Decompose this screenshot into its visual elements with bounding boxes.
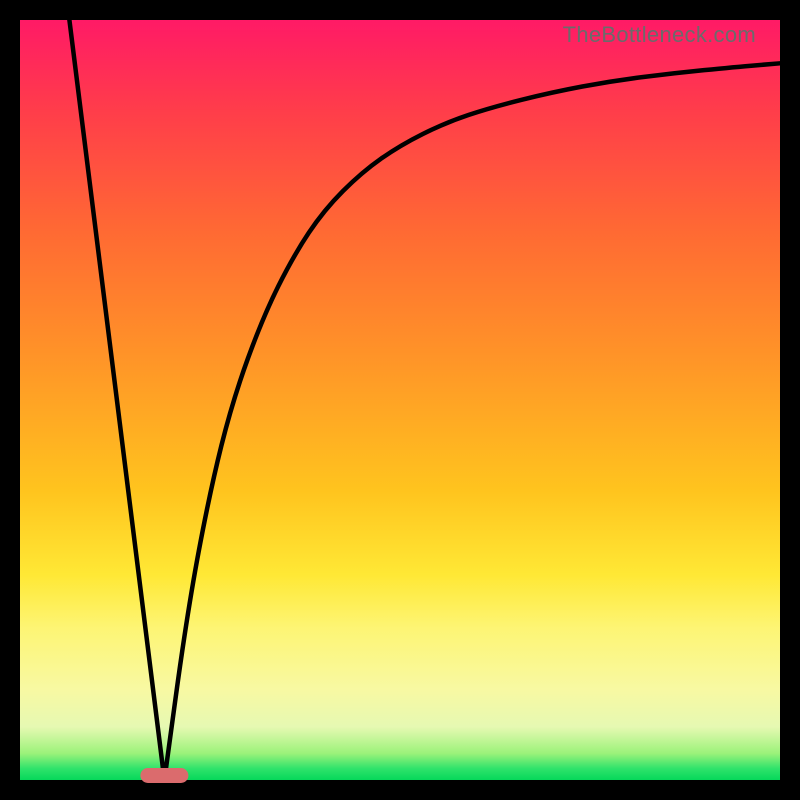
chart-frame: TheBottleneck.com: [0, 0, 800, 800]
curve-left-descent: [69, 20, 164, 780]
chart-curves: [20, 20, 780, 780]
curve-right-ascent: [164, 63, 780, 780]
minimum-marker: [140, 768, 188, 783]
plot-area: TheBottleneck.com: [20, 20, 780, 780]
